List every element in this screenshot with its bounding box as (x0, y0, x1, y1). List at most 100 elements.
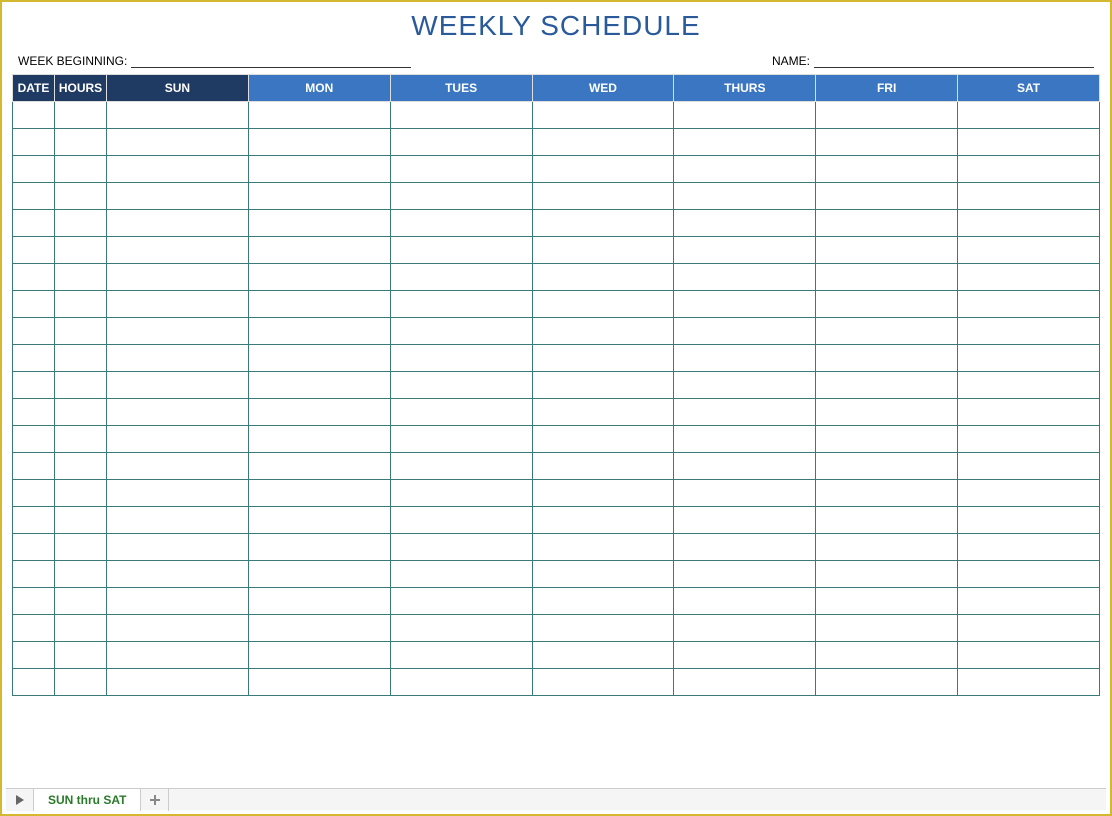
table-cell[interactable] (107, 156, 249, 183)
table-cell[interactable] (674, 615, 816, 642)
table-cell[interactable] (390, 642, 532, 669)
table-cell[interactable] (248, 129, 390, 156)
table-cell[interactable] (248, 426, 390, 453)
table-cell[interactable] (816, 102, 958, 129)
table-cell[interactable] (674, 642, 816, 669)
table-cell[interactable] (532, 183, 674, 210)
table-cell[interactable] (958, 399, 1100, 426)
table-cell[interactable] (532, 210, 674, 237)
table-cell[interactable] (13, 156, 55, 183)
table-cell[interactable] (816, 507, 958, 534)
table-cell[interactable] (13, 372, 55, 399)
table-cell[interactable] (107, 102, 249, 129)
table-cell[interactable] (532, 588, 674, 615)
table-cell[interactable] (674, 345, 816, 372)
table-cell[interactable] (107, 453, 249, 480)
table-cell[interactable] (674, 102, 816, 129)
table-cell[interactable] (107, 588, 249, 615)
table-cell[interactable] (532, 534, 674, 561)
table-cell[interactable] (248, 669, 390, 696)
table-cell[interactable] (958, 210, 1100, 237)
table-cell[interactable] (674, 183, 816, 210)
table-cell[interactable] (248, 102, 390, 129)
table-cell[interactable] (55, 561, 107, 588)
table-cell[interactable] (55, 156, 107, 183)
table-cell[interactable] (13, 453, 55, 480)
table-cell[interactable] (390, 345, 532, 372)
table-cell[interactable] (107, 534, 249, 561)
table-cell[interactable] (958, 669, 1100, 696)
sheet-nav-button[interactable] (6, 789, 34, 811)
table-cell[interactable] (816, 183, 958, 210)
table-cell[interactable] (816, 534, 958, 561)
table-cell[interactable] (674, 210, 816, 237)
table-cell[interactable] (13, 237, 55, 264)
table-cell[interactable] (248, 480, 390, 507)
table-cell[interactable] (107, 480, 249, 507)
table-cell[interactable] (248, 318, 390, 345)
table-cell[interactable] (958, 615, 1100, 642)
table-cell[interactable] (55, 129, 107, 156)
table-cell[interactable] (532, 129, 674, 156)
table-cell[interactable] (248, 642, 390, 669)
table-cell[interactable] (248, 210, 390, 237)
table-cell[interactable] (13, 507, 55, 534)
table-cell[interactable] (816, 642, 958, 669)
table-cell[interactable] (248, 156, 390, 183)
table-cell[interactable] (958, 237, 1100, 264)
table-cell[interactable] (532, 264, 674, 291)
table-cell[interactable] (55, 480, 107, 507)
table-cell[interactable] (390, 561, 532, 588)
table-cell[interactable] (107, 642, 249, 669)
table-cell[interactable] (390, 426, 532, 453)
table-cell[interactable] (816, 372, 958, 399)
table-cell[interactable] (107, 399, 249, 426)
table-cell[interactable] (55, 426, 107, 453)
name-input-line[interactable] (814, 67, 1094, 68)
table-cell[interactable] (390, 129, 532, 156)
table-cell[interactable] (958, 534, 1100, 561)
table-cell[interactable] (532, 615, 674, 642)
table-cell[interactable] (390, 210, 532, 237)
table-cell[interactable] (816, 156, 958, 183)
table-cell[interactable] (674, 561, 816, 588)
table-cell[interactable] (958, 642, 1100, 669)
table-cell[interactable] (958, 129, 1100, 156)
table-cell[interactable] (958, 561, 1100, 588)
table-cell[interactable] (107, 237, 249, 264)
table-cell[interactable] (55, 453, 107, 480)
table-cell[interactable] (55, 264, 107, 291)
table-cell[interactable] (13, 669, 55, 696)
table-cell[interactable] (674, 480, 816, 507)
table-cell[interactable] (674, 399, 816, 426)
table-cell[interactable] (816, 237, 958, 264)
table-cell[interactable] (390, 102, 532, 129)
table-cell[interactable] (532, 453, 674, 480)
table-cell[interactable] (816, 453, 958, 480)
table-cell[interactable] (55, 291, 107, 318)
table-cell[interactable] (958, 291, 1100, 318)
table-cell[interactable] (816, 210, 958, 237)
table-cell[interactable] (674, 507, 816, 534)
table-cell[interactable] (958, 372, 1100, 399)
table-cell[interactable] (55, 102, 107, 129)
table-cell[interactable] (248, 588, 390, 615)
table-cell[interactable] (390, 318, 532, 345)
table-cell[interactable] (55, 237, 107, 264)
table-cell[interactable] (816, 669, 958, 696)
table-cell[interactable] (958, 453, 1100, 480)
table-cell[interactable] (13, 642, 55, 669)
table-cell[interactable] (532, 102, 674, 129)
table-cell[interactable] (248, 399, 390, 426)
table-cell[interactable] (390, 156, 532, 183)
table-cell[interactable] (107, 615, 249, 642)
table-cell[interactable] (390, 615, 532, 642)
table-cell[interactable] (107, 507, 249, 534)
table-cell[interactable] (248, 453, 390, 480)
table-cell[interactable] (13, 129, 55, 156)
table-cell[interactable] (248, 561, 390, 588)
table-cell[interactable] (55, 399, 107, 426)
table-cell[interactable] (816, 588, 958, 615)
table-cell[interactable] (674, 291, 816, 318)
table-cell[interactable] (532, 561, 674, 588)
